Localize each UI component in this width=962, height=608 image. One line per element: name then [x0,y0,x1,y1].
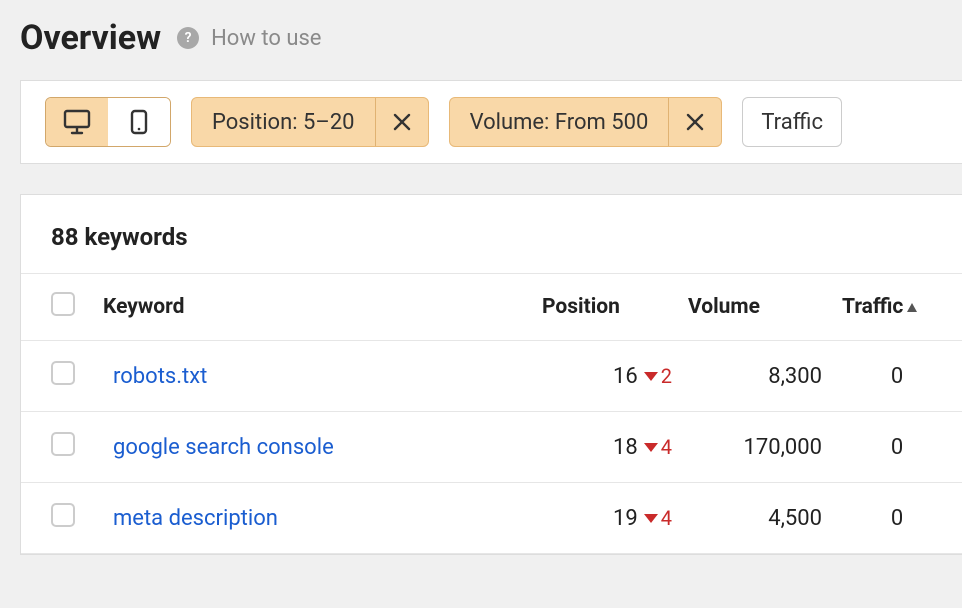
position-value: 16 [613,364,638,389]
desktop-icon [63,109,91,135]
table-row: robots.txt 162 8,300 0 [21,341,962,412]
keyword-link[interactable]: google search console [95,435,334,460]
filter-chip-volume: Volume: From 500 [449,97,723,147]
row-checkbox[interactable] [51,361,75,385]
help-icon[interactable]: ? [177,27,199,49]
position-delta: 4 [644,435,672,459]
row-checkbox[interactable] [51,432,75,456]
keyword-link[interactable]: robots.txt [95,364,207,389]
position-value: 19 [613,506,638,531]
column-header-position[interactable]: Position [532,274,682,341]
close-icon [686,113,704,131]
device-toggle [45,97,171,147]
filter-chip-position-label[interactable]: Position: 5–20 [192,98,376,146]
traffic-dropdown-label: Traffic [761,110,823,135]
sort-ascending-icon [907,303,917,312]
filters-bar: Position: 5–20 Volume: From 500 Traffic [20,80,962,164]
filter-chip-volume-close[interactable] [669,98,721,146]
volume-value: 8,300 [682,341,832,412]
traffic-value: 0 [832,412,962,483]
keyword-link[interactable]: meta description [95,506,278,531]
mobile-icon [130,109,148,135]
traffic-value: 0 [832,341,962,412]
filter-chip-position-close[interactable] [376,98,428,146]
down-icon [644,372,658,381]
device-desktop-button[interactable] [46,98,108,146]
results-count: 88 keywords [21,195,962,273]
column-header-traffic[interactable]: Traffic [832,274,962,341]
table-header-row: Keyword Position Volume Traffic [21,274,962,341]
row-checkbox[interactable] [51,503,75,527]
select-all-checkbox[interactable] [51,292,75,316]
close-icon [393,113,411,131]
column-header-keyword[interactable]: Keyword [85,274,532,341]
keywords-table: Keyword Position Volume Traffic robots.t… [21,273,962,554]
position-value: 18 [613,435,638,460]
column-header-volume[interactable]: Volume [682,274,832,341]
down-icon [644,443,658,452]
traffic-dropdown[interactable]: Traffic [742,97,842,147]
volume-value: 170,000 [682,412,832,483]
volume-value: 4,500 [682,483,832,554]
table-row: google search console 184 170,000 0 [21,412,962,483]
filter-chip-volume-label[interactable]: Volume: From 500 [450,98,670,146]
table-row: meta description 194 4,500 0 [21,483,962,554]
position-delta: 4 [644,506,672,530]
results-panel: 88 keywords Keyword Position Volume Traf… [20,194,962,555]
traffic-value: 0 [832,483,962,554]
filter-chip-position: Position: 5–20 [191,97,429,147]
page-title: Overview [20,18,161,58]
page-header: Overview ? How to use [20,0,962,80]
position-delta: 2 [644,364,672,388]
device-mobile-button[interactable] [108,98,170,146]
down-icon [644,514,658,523]
how-to-use-link[interactable]: How to use [211,26,321,51]
